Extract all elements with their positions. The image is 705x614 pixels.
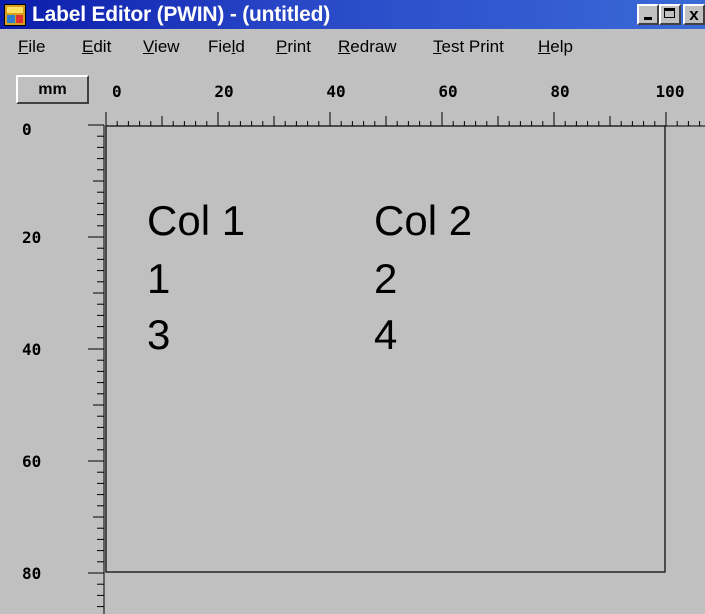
vertical-ruler-label: 40 (22, 340, 41, 359)
label-field-col2-header[interactable]: Col 2 (374, 200, 472, 242)
horizontal-ruler-label: 40 (326, 82, 345, 101)
label-field-cell-2[interactable]: 2 (374, 258, 397, 300)
label-canvas-area[interactable]: 0 20 40 60 80 100 0 20 40 60 80 (0, 0, 705, 614)
label-field-cell-1[interactable]: 1 (147, 258, 170, 300)
vertical-ruler-label: 0 (22, 120, 32, 139)
horizontal-ruler-label: 0 (112, 82, 122, 101)
vertical-ruler-label: 80 (22, 564, 41, 583)
vertical-ruler-label: 60 (22, 452, 41, 471)
horizontal-ruler-label: 100 (656, 82, 685, 101)
label-field-cell-3[interactable]: 3 (147, 314, 170, 356)
label-field-cell-4[interactable]: 4 (374, 314, 397, 356)
horizontal-ruler-label: 20 (214, 82, 233, 101)
horizontal-ruler-label: 80 (550, 82, 569, 101)
label-field-col1-header[interactable]: Col 1 (147, 200, 245, 242)
horizontal-ruler-label: 60 (438, 82, 457, 101)
vertical-ruler-label: 20 (22, 228, 41, 247)
label-editor-window: Label Editor (PWIN) - (untitled) x File … (0, 0, 705, 614)
